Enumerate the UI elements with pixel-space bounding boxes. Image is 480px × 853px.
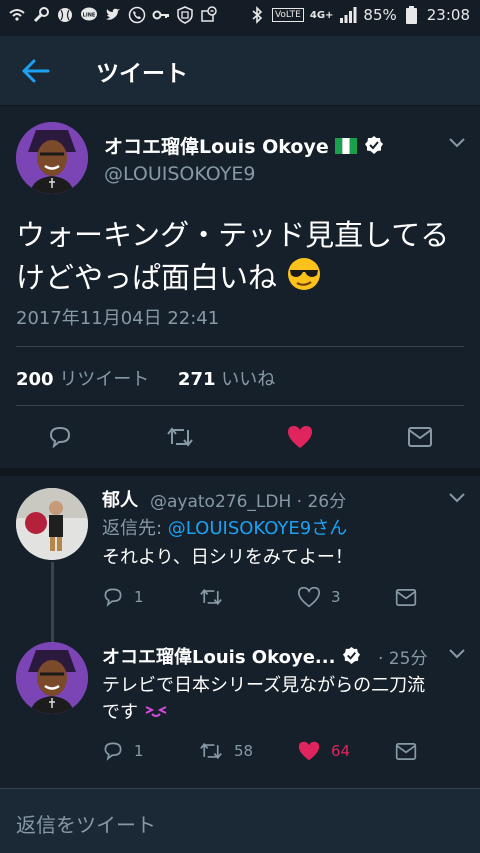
status-icons-left: LINE [8, 6, 218, 24]
retweet-button[interactable] [165, 422, 195, 452]
page-title: ツイート [96, 61, 188, 87]
reply-avatar-image [16, 488, 88, 560]
reply-to-prefix: 返信先: [102, 518, 168, 539]
tweet-text: ウォーキング・テッド見直してるけどやっぱ面白いね [16, 214, 466, 303]
reply-button[interactable] [45, 422, 75, 452]
reply-count: 1 [134, 742, 144, 760]
reply-icon [104, 588, 122, 607]
thread-line [51, 562, 54, 644]
verified-icon [342, 646, 361, 670]
tweet-text-body: ウォーキング・テッド見直してるけどやっぱ面白いね [16, 218, 450, 295]
retweet-icon [200, 742, 222, 760]
twitter-icon [104, 6, 122, 24]
like-action[interactable]: 64 [297, 740, 350, 762]
reply-author-name[interactable]: 郁人 [102, 486, 138, 512]
volte-icon: VoLTE [271, 8, 304, 22]
nigeria-flag-icon [335, 137, 358, 159]
reply-avatar-image [16, 642, 88, 714]
mail-icon [408, 427, 432, 447]
reply-composer-placeholder[interactable]: 返信をツイート [16, 809, 156, 838]
verified-icon [364, 135, 384, 160]
status-bar: LINE VoLTE 4G+ 85% 23:08 [0, 0, 480, 36]
reply-avatar[interactable] [16, 642, 88, 714]
author-avatar[interactable] [16, 122, 88, 194]
reply-handle-time[interactable]: @ayato276_LDH · 26分 [150, 487, 346, 512]
line-icon: LINE [80, 6, 98, 24]
reply-time[interactable]: · 25分 [378, 644, 427, 669]
phone-icon [128, 6, 146, 24]
like-button[interactable] [285, 422, 315, 452]
reply-author-name-text: オコエ瑠偉Louis Okoye... [102, 647, 336, 668]
share-action[interactable] [395, 742, 417, 761]
app-header: ツイート [0, 36, 480, 106]
share-button[interactable] [405, 422, 435, 452]
retweet-count: 200 [16, 369, 54, 390]
arrow-left-icon [22, 59, 50, 83]
reply-to-line: 返信先: @LOUISOKOYE9さん [102, 515, 347, 542]
retweet-action[interactable]: 58 [198, 740, 253, 762]
reply-composer[interactable]: 返信をツイート [0, 788, 480, 853]
chevron-down-icon[interactable] [449, 649, 465, 659]
reply-icon [49, 426, 71, 449]
tweet-stats: 200 リツイート 271 いいね [16, 365, 275, 391]
retweet-count: 58 [234, 742, 254, 760]
chevron-down-icon[interactable] [449, 138, 465, 148]
heart-icon [297, 586, 321, 608]
svg-text:LINE: LINE [83, 13, 96, 19]
reply-author-name[interactable]: オコエ瑠偉Louis Okoye... [102, 643, 361, 670]
author-name[interactable]: オコエ瑠偉Louis Okoye [104, 132, 384, 160]
share-action[interactable] [395, 588, 417, 607]
divider [16, 405, 464, 406]
screenshot-icon [200, 6, 218, 24]
reply-to-link[interactable]: @LOUISOKOYE9さん [168, 518, 347, 539]
heart-filled-icon [288, 426, 312, 448]
laughing-emoji-icon [144, 700, 168, 727]
retweet-icon [200, 588, 222, 606]
reply-avatar[interactable] [16, 488, 88, 560]
mail-icon [395, 743, 417, 760]
shield-icon [176, 6, 194, 24]
status-icons-right: VoLTE 4G+ 85% 23:08 [248, 6, 470, 24]
tweet-timestamp: 2017年11月04日 22:41 [16, 308, 220, 329]
like-count: 64 [331, 742, 351, 760]
like-count: 271 [177, 369, 216, 390]
retweet-stat[interactable]: 200 リツイート [16, 369, 149, 390]
reply-text: テレビで日本シリーズ見ながらの二刀流です [102, 672, 442, 727]
signal-icon [339, 6, 357, 24]
retweet-label: リツイート [59, 369, 150, 390]
chevron-down-icon[interactable] [449, 493, 465, 503]
like-action[interactable]: 3 [297, 586, 341, 608]
clock-time: 23:08 [426, 6, 470, 24]
avatar-image [16, 122, 88, 194]
like-count: 3 [331, 588, 341, 606]
author-handle[interactable]: @LOUISOKOYE9 [104, 163, 255, 185]
retweet-action[interactable] [198, 586, 224, 608]
heart-filled-icon [298, 741, 320, 761]
author-name-text: オコエ瑠偉Louis Okoye [104, 136, 329, 158]
reply-icon [104, 742, 122, 761]
retweet-icon [167, 427, 193, 447]
network-type-label: 4G+ [309, 9, 334, 21]
like-stat[interactable]: 271 いいね [178, 369, 275, 390]
battery-percent: 85% [363, 6, 397, 24]
battery-icon [403, 6, 421, 24]
mail-icon [395, 589, 417, 606]
sunglasses-emoji-icon [286, 256, 322, 303]
reply-count: 1 [134, 588, 144, 606]
key-icon [152, 6, 170, 24]
divider [16, 346, 464, 347]
reply-text: それより、日シリをみてよー！ [102, 547, 353, 568]
baseball-icon [56, 6, 74, 24]
like-label: いいね [221, 369, 276, 390]
wrench-icon [32, 6, 50, 24]
back-button[interactable] [20, 56, 54, 86]
section-separator [0, 468, 480, 476]
reply-action[interactable]: 1 [102, 740, 144, 762]
bluetooth-icon [248, 6, 266, 24]
reply-action[interactable]: 1 [102, 586, 144, 608]
wifi-on-icon [8, 6, 26, 24]
